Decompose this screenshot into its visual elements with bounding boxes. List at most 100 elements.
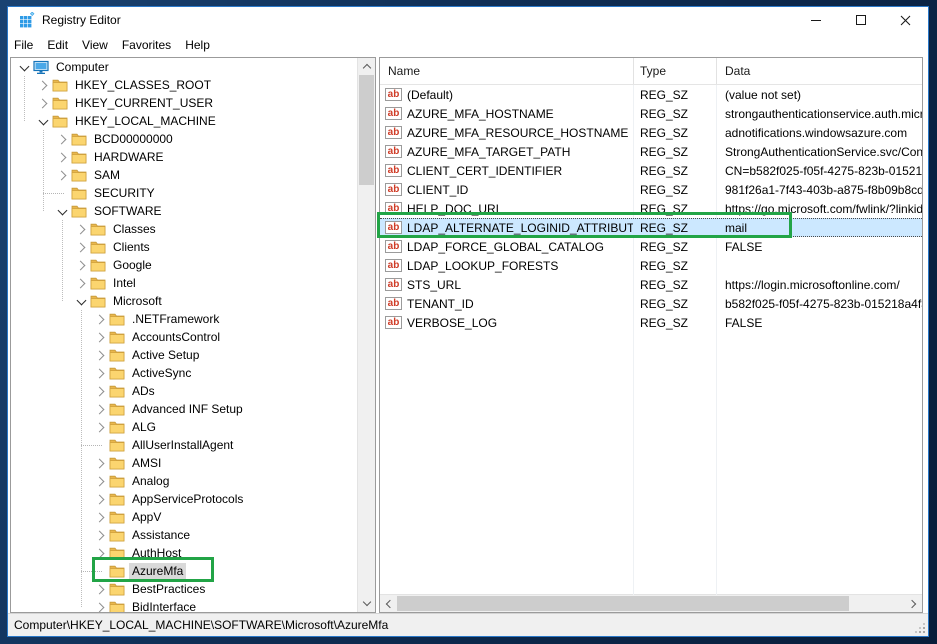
tree-item-analog[interactable]: Analog bbox=[11, 472, 358, 490]
scrollbar-thumb[interactable] bbox=[359, 75, 374, 185]
tree-item-advanced-inf-setup[interactable]: Advanced INF Setup bbox=[11, 400, 358, 418]
expand-chevron-icon[interactable] bbox=[94, 547, 106, 559]
expand-chevron-icon[interactable] bbox=[94, 367, 106, 379]
expand-chevron-icon[interactable] bbox=[56, 133, 68, 145]
tree-item-bidinterface[interactable]: BidInterface bbox=[11, 598, 358, 612]
tree-item-google[interactable]: Google bbox=[11, 256, 358, 274]
value-row-client-id[interactable]: abCLIENT_IDREG_SZ981f26a1-7f43-403b-a875… bbox=[380, 180, 922, 199]
expand-chevron-icon[interactable] bbox=[37, 97, 49, 109]
menu-file[interactable]: File bbox=[8, 35, 40, 55]
expand-chevron-icon[interactable] bbox=[75, 277, 87, 289]
tree-item-bestpractices[interactable]: BestPractices bbox=[11, 580, 358, 598]
value-row-verbose-log[interactable]: abVERBOSE_LOGREG_SZFALSE bbox=[380, 313, 922, 332]
tree-item-hardware[interactable]: HARDWARE bbox=[11, 148, 358, 166]
minimize-button[interactable] bbox=[793, 7, 838, 33]
tree-item-netframework[interactable]: .NETFramework bbox=[11, 310, 358, 328]
tree-item-computer[interactable]: Computer bbox=[11, 58, 358, 76]
tree-item-bcd00000000[interactable]: BCD00000000 bbox=[11, 130, 358, 148]
scroll-down-button[interactable] bbox=[358, 595, 375, 612]
tree-item-sam[interactable]: SAM bbox=[11, 166, 358, 184]
tree-item-hkey-local-machine[interactable]: HKEY_LOCAL_MACHINE bbox=[11, 112, 358, 130]
expand-chevron-icon[interactable] bbox=[94, 403, 106, 415]
value-row-azure-mfa-resource-hostname[interactable]: abAZURE_MFA_RESOURCE_HOSTNAMEREG_SZadnot… bbox=[380, 123, 922, 142]
tree-item-assistance[interactable]: Assistance bbox=[11, 526, 358, 544]
value-data: https://login.microsoftonline.com/ bbox=[716, 278, 922, 292]
tree-item-ads[interactable]: ADs bbox=[11, 382, 358, 400]
expand-chevron-icon[interactable] bbox=[94, 583, 106, 595]
tree-item-amsi[interactable]: AMSI bbox=[11, 454, 358, 472]
expand-chevron-icon[interactable] bbox=[94, 475, 106, 487]
expand-chevron-icon[interactable] bbox=[56, 169, 68, 181]
value-row-azure-mfa-target-path[interactable]: abAZURE_MFA_TARGET_PATHREG_SZStrongAuthe… bbox=[380, 142, 922, 161]
tree-item-software[interactable]: SOFTWARE bbox=[11, 202, 358, 220]
value-data: strongauthenticationservice.auth.micros bbox=[716, 107, 922, 121]
registry-key-folder-icon bbox=[109, 402, 125, 416]
registry-key-folder-icon bbox=[109, 474, 125, 488]
tree-item-accountscontrol[interactable]: AccountsControl bbox=[11, 328, 358, 346]
value-row-default[interactable]: ab(Default)REG_SZ(value not set) bbox=[380, 85, 922, 104]
tree-item-alg[interactable]: ALG bbox=[11, 418, 358, 436]
scrollbar-thumb[interactable] bbox=[397, 596, 849, 611]
tree-item-authhost[interactable]: AuthHost bbox=[11, 544, 358, 562]
value-row-ldap-alternate-loginid-attribute[interactable]: abLDAP_ALTERNATE_LOGINID_ATTRIBUTEREG_SZ… bbox=[380, 218, 922, 237]
value-name-cell: abLDAP_ALTERNATE_LOGINID_ATTRIBUTE bbox=[380, 221, 633, 235]
expand-chevron-icon[interactable] bbox=[94, 421, 106, 433]
expand-chevron-icon[interactable] bbox=[94, 493, 106, 505]
menu-favorites[interactable]: Favorites bbox=[115, 35, 178, 55]
tree-item-hkey-current-user[interactable]: HKEY_CURRENT_USER bbox=[11, 94, 358, 112]
column-header-name[interactable]: Name bbox=[380, 58, 633, 84]
column-header-data[interactable]: Data bbox=[716, 58, 922, 84]
tree-guide-line bbox=[62, 220, 63, 301]
tree-item-intel[interactable]: Intel bbox=[11, 274, 358, 292]
tree-item-classes[interactable]: Classes bbox=[11, 220, 358, 238]
tree-item-alluserinstallagent[interactable]: AllUserInstallAgent bbox=[11, 436, 358, 454]
resize-grip-icon[interactable] bbox=[916, 624, 925, 633]
menu-edit[interactable]: Edit bbox=[40, 35, 75, 55]
tree-item-appv[interactable]: AppV bbox=[11, 508, 358, 526]
tree-item-clients[interactable]: Clients bbox=[11, 238, 358, 256]
tree-vertical-scrollbar[interactable] bbox=[357, 58, 375, 612]
expand-chevron-icon[interactable] bbox=[56, 151, 68, 163]
value-row-ldap-force-global-catalog[interactable]: abLDAP_FORCE_GLOBAL_CATALOGREG_SZFALSE bbox=[380, 237, 922, 256]
scroll-left-button[interactable] bbox=[380, 595, 397, 612]
list-horizontal-scrollbar[interactable] bbox=[380, 594, 922, 612]
value-row-azure-mfa-hostname[interactable]: abAZURE_MFA_HOSTNAMEREG_SZstrongauthenti… bbox=[380, 104, 922, 123]
value-row-help-doc-url[interactable]: abHELP_DOC_URLREG_SZhttps://go.microsoft… bbox=[380, 199, 922, 218]
column-header-type[interactable]: Type bbox=[633, 58, 716, 84]
value-row-ldap-lookup-forests[interactable]: abLDAP_LOOKUP_FORESTSREG_SZ bbox=[380, 256, 922, 275]
expand-chevron-icon[interactable] bbox=[94, 349, 106, 361]
expand-chevron-icon[interactable] bbox=[94, 529, 106, 541]
collapse-chevron-icon[interactable] bbox=[37, 115, 49, 127]
expand-chevron-icon[interactable] bbox=[75, 241, 87, 253]
expand-chevron-icon[interactable] bbox=[94, 313, 106, 325]
menu-view[interactable]: View bbox=[75, 35, 115, 55]
scroll-up-button[interactable] bbox=[358, 58, 375, 75]
expand-chevron-icon[interactable] bbox=[94, 385, 106, 397]
expand-chevron-icon[interactable] bbox=[94, 457, 106, 469]
tree-item-hkey-classes-root[interactable]: HKEY_CLASSES_ROOT bbox=[11, 76, 358, 94]
menu-help[interactable]: Help bbox=[178, 35, 217, 55]
tree-item-activesync[interactable]: ActiveSync bbox=[11, 364, 358, 382]
value-row-client-cert-identifier[interactable]: abCLIENT_CERT_IDENTIFIERREG_SZCN=b582f02… bbox=[380, 161, 922, 180]
tree-item-microsoft[interactable]: Microsoft bbox=[11, 292, 358, 310]
tree-item-appserviceprotocols[interactable]: AppServiceProtocols bbox=[11, 490, 358, 508]
collapse-chevron-icon[interactable] bbox=[56, 205, 68, 217]
expand-chevron-icon[interactable] bbox=[94, 601, 106, 612]
expand-chevron-icon[interactable] bbox=[94, 511, 106, 523]
close-button[interactable] bbox=[883, 7, 928, 33]
value-row-sts-url[interactable]: abSTS_URLREG_SZhttps://login.microsofton… bbox=[380, 275, 922, 294]
expand-chevron-icon[interactable] bbox=[37, 79, 49, 91]
tree-item-active-setup[interactable]: Active Setup bbox=[11, 346, 358, 364]
expand-chevron-icon[interactable] bbox=[94, 331, 106, 343]
expand-chevron-icon[interactable] bbox=[75, 223, 87, 235]
maximize-button[interactable] bbox=[838, 7, 883, 33]
collapse-chevron-icon[interactable] bbox=[75, 295, 87, 307]
collapse-chevron-icon[interactable] bbox=[18, 61, 30, 73]
title-bar[interactable]: Registry Editor bbox=[8, 7, 928, 33]
expand-chevron-icon[interactable] bbox=[75, 259, 87, 271]
value-type: REG_SZ bbox=[633, 259, 716, 273]
tree-item-security[interactable]: SECURITY bbox=[11, 184, 358, 202]
tree-item-azuremfa[interactable]: AzureMfa bbox=[11, 562, 358, 580]
scroll-right-button[interactable] bbox=[905, 595, 922, 612]
value-row-tenant-id[interactable]: abTENANT_IDREG_SZb582f025-f05f-4275-823b… bbox=[380, 294, 922, 313]
